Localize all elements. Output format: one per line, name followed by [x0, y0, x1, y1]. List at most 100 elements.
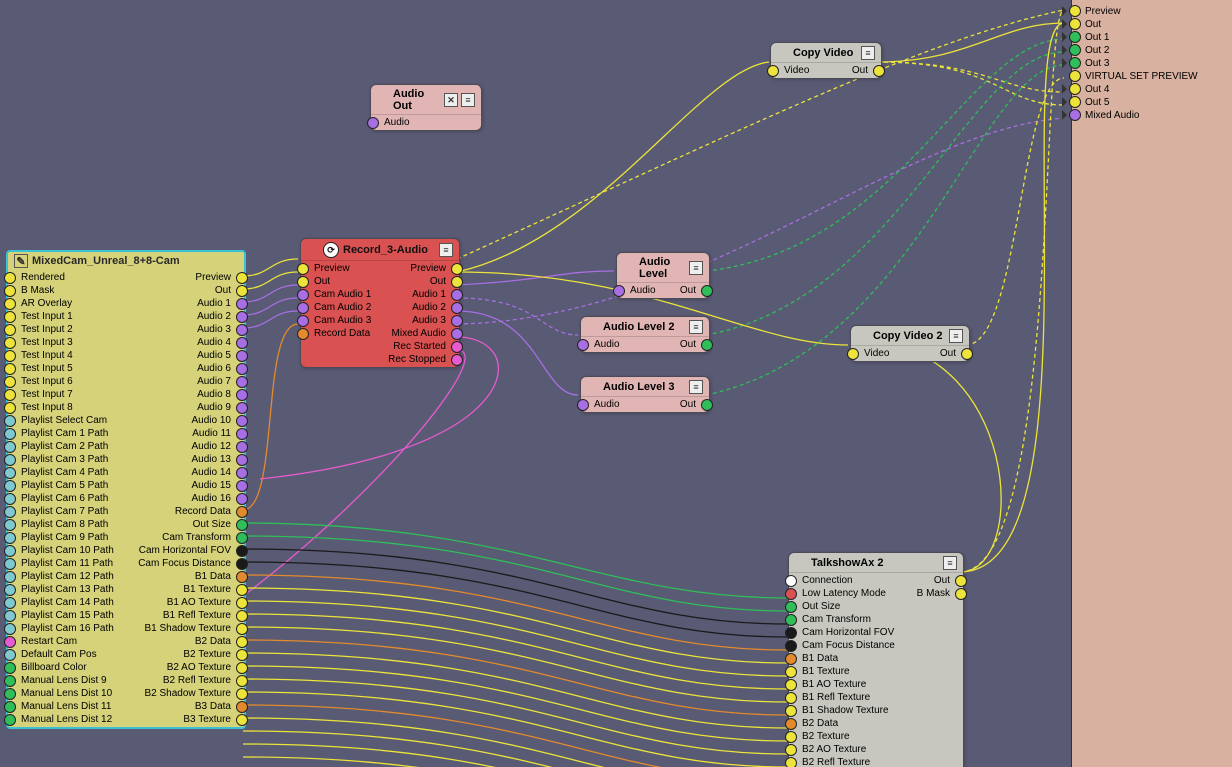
port-dot[interactable]: [1069, 70, 1081, 82]
port-cam-focus-distance[interactable]: Cam Focus Distance: [793, 639, 895, 652]
port-dot[interactable]: [1069, 5, 1081, 17]
port-audio-5[interactable]: Audio 5: [197, 349, 240, 362]
output-port-out-2[interactable]: Out 2: [1062, 43, 1109, 57]
port-playlist-cam-4-path[interactable]: Playlist Cam 4 Path: [12, 466, 126, 479]
port-playlist-cam-8-path[interactable]: Playlist Cam 8 Path: [12, 518, 126, 531]
port-b1-refl-texture[interactable]: B1 Refl Texture: [163, 609, 240, 622]
port-dot[interactable]: [961, 348, 973, 360]
port-b1-texture[interactable]: B1 Texture: [183, 583, 240, 596]
port-dot[interactable]: [785, 575, 797, 587]
node-title[interactable]: Audio Out ✕ ≡: [371, 85, 481, 115]
node-record-3-audio[interactable]: ⟳ Record_3-Audio ≡ PreviewOutCam Audio 1…: [300, 238, 460, 368]
port-dot[interactable]: [1069, 18, 1081, 30]
port-record-data[interactable]: Record Data: [305, 327, 371, 340]
port-preview[interactable]: Preview: [305, 262, 371, 275]
node-talkshowax-2[interactable]: TalkshowAx 2 ≡ ConnectionLow Latency Mod…: [788, 552, 964, 767]
node-mixedcam[interactable]: ✎ MixedCam_Unreal_8+8-Cam RenderedB Mask…: [6, 250, 246, 729]
port-dot[interactable]: [4, 272, 16, 284]
port-audio-16[interactable]: Audio 16: [192, 492, 240, 505]
port-dot[interactable]: [236, 363, 248, 375]
port-playlist-cam-15-path[interactable]: Playlist Cam 15 Path: [12, 609, 126, 622]
port-dot[interactable]: [4, 623, 16, 635]
port-playlist-cam-1-path[interactable]: Playlist Cam 1 Path: [12, 427, 126, 440]
port-dot[interactable]: [297, 289, 309, 301]
port-dot[interactable]: [4, 363, 16, 375]
port-audio-2[interactable]: Audio 2: [197, 310, 240, 323]
port-dot[interactable]: [4, 545, 16, 557]
port-dot[interactable]: [236, 506, 248, 518]
port-audio-2[interactable]: Audio 2: [412, 301, 455, 314]
port-b2-refl-texture[interactable]: B2 Refl Texture: [793, 756, 895, 767]
port-test-input-2[interactable]: Test Input 2: [12, 323, 126, 336]
port-manual-lens-dist-11[interactable]: Manual Lens Dist 11: [12, 700, 126, 713]
port-dot[interactable]: [4, 701, 16, 713]
port-out-size[interactable]: Out Size: [193, 518, 240, 531]
port-dot[interactable]: [4, 597, 16, 609]
port-dot[interactable]: [236, 662, 248, 674]
edit-icon[interactable]: ✎: [14, 254, 28, 268]
port-b1-texture[interactable]: B1 Texture: [793, 665, 895, 678]
port-dot[interactable]: [4, 662, 16, 674]
port-audio-6[interactable]: Audio 6: [197, 362, 240, 375]
port-dot[interactable]: [297, 302, 309, 314]
port-dot[interactable]: [1069, 57, 1081, 69]
port-audio-7[interactable]: Audio 7: [197, 375, 240, 388]
port-dot[interactable]: [451, 276, 463, 288]
port-dot[interactable]: [4, 506, 16, 518]
port-dot[interactable]: [955, 575, 967, 587]
port-manual-lens-dist-9[interactable]: Manual Lens Dist 9: [12, 674, 126, 687]
port-dot[interactable]: [236, 311, 248, 323]
port-b3-texture[interactable]: B3 Texture: [183, 713, 240, 726]
port-dot[interactable]: [236, 701, 248, 713]
port-audio[interactable]: Audio: [375, 116, 410, 129]
output-port-virtual-set-preview[interactable]: VIRTUAL SET PREVIEW: [1062, 69, 1198, 83]
port-b1-shadow-texture[interactable]: B1 Shadow Texture: [793, 704, 895, 717]
port-dot[interactable]: [236, 272, 248, 284]
port-dot[interactable]: [236, 636, 248, 648]
port-dot[interactable]: [1069, 44, 1081, 56]
port-dot[interactable]: [4, 311, 16, 323]
port-dot[interactable]: [236, 610, 248, 622]
node-title[interactable]: ✎ MixedCam_Unreal_8+8-Cam: [8, 252, 244, 270]
port-out[interactable]: Out: [852, 64, 877, 77]
port-b1-shadow-texture[interactable]: B1 Shadow Texture: [144, 622, 240, 635]
port-dot[interactable]: [1069, 109, 1081, 121]
port-dot[interactable]: [4, 324, 16, 336]
node-audio-level[interactable]: Audio Level ≡ Audio Out: [616, 252, 710, 299]
port-dot[interactable]: [4, 493, 16, 505]
port-playlist-cam-2-path[interactable]: Playlist Cam 2 Path: [12, 440, 126, 453]
port-dot[interactable]: [577, 339, 589, 351]
node-copy-video-2[interactable]: Copy Video 2 ≡ Video Out: [850, 325, 970, 362]
menu-icon[interactable]: ≡: [689, 320, 703, 334]
port-out[interactable]: Out: [934, 574, 959, 587]
port-playlist-cam-6-path[interactable]: Playlist Cam 6 Path: [12, 492, 126, 505]
port-dot[interactable]: [236, 402, 248, 414]
port-dot[interactable]: [236, 597, 248, 609]
port-record-data[interactable]: Record Data: [175, 505, 240, 518]
node-audio-level-3[interactable]: Audio Level 3 ≡ Audio Out: [580, 376, 710, 413]
port-audio[interactable]: Audio: [585, 338, 620, 351]
menu-icon[interactable]: ≡: [689, 380, 703, 394]
port-b2-refl-texture[interactable]: B2 Refl Texture: [163, 674, 240, 687]
port-dot[interactable]: [236, 675, 248, 687]
port-dot[interactable]: [236, 389, 248, 401]
port-audio-1[interactable]: Audio 1: [412, 288, 455, 301]
port-dot[interactable]: [785, 679, 797, 691]
port-dot[interactable]: [236, 623, 248, 635]
port-dot[interactable]: [451, 302, 463, 314]
port-dot[interactable]: [236, 519, 248, 531]
port-audio-4[interactable]: Audio 4: [197, 336, 240, 349]
port-dot[interactable]: [785, 692, 797, 704]
menu-icon[interactable]: ≡: [461, 93, 475, 107]
port-dot[interactable]: [236, 298, 248, 310]
port-dot[interactable]: [236, 324, 248, 336]
close-icon[interactable]: ✕: [444, 93, 458, 107]
port-rec-started[interactable]: Rec Started: [393, 340, 455, 353]
port-audio-1[interactable]: Audio 1: [197, 297, 240, 310]
port-playlist-cam-14-path[interactable]: Playlist Cam 14 Path: [12, 596, 126, 609]
port-dot[interactable]: [297, 315, 309, 327]
port-dot[interactable]: [236, 584, 248, 596]
port-dot[interactable]: [4, 714, 16, 726]
menu-icon[interactable]: ≡: [861, 46, 875, 60]
port-dot[interactable]: [4, 571, 16, 583]
